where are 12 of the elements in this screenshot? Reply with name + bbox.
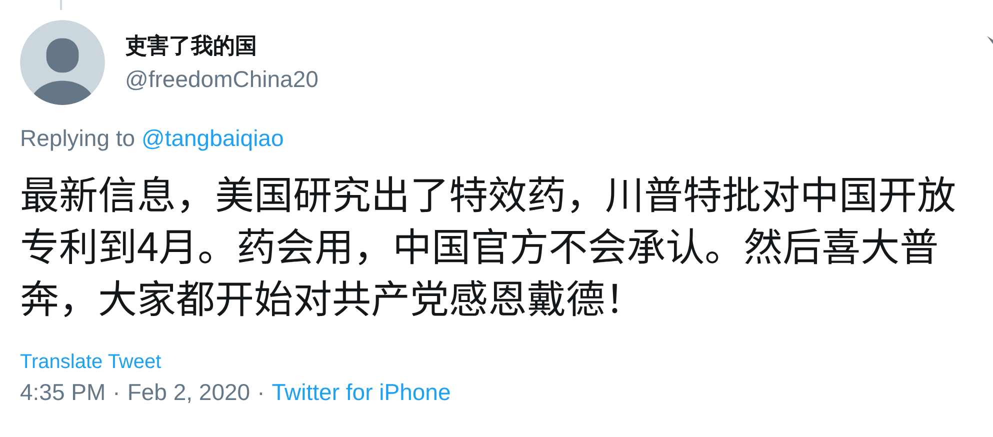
reply-context: Replying to @tangbaiqiao — [20, 124, 285, 153]
separator: · — [257, 378, 265, 407]
mention-link[interactable]: @tangbaiqiao — [141, 125, 284, 151]
user-handle[interactable]: @freedomChina20 — [125, 64, 318, 94]
translate-link[interactable]: Translate Tweet — [20, 349, 162, 375]
separator: · — [112, 378, 120, 407]
avatar[interactable] — [20, 20, 105, 105]
tweet-time[interactable]: 4:35 PM — [20, 377, 106, 407]
source-link[interactable]: Twitter for iPhone — [272, 377, 451, 407]
tweet-date: Feb 2, 2020 — [127, 378, 250, 407]
display-name[interactable]: 吏害了我的国 — [125, 32, 318, 60]
tweet-text: 最新信息，美国研究出了特效药，川普特批对中国开放专利到4月。药会用，中国官方不会承认。然后喜大普奔，大家都开始对共产党感恩戴德！ — [20, 167, 958, 323]
